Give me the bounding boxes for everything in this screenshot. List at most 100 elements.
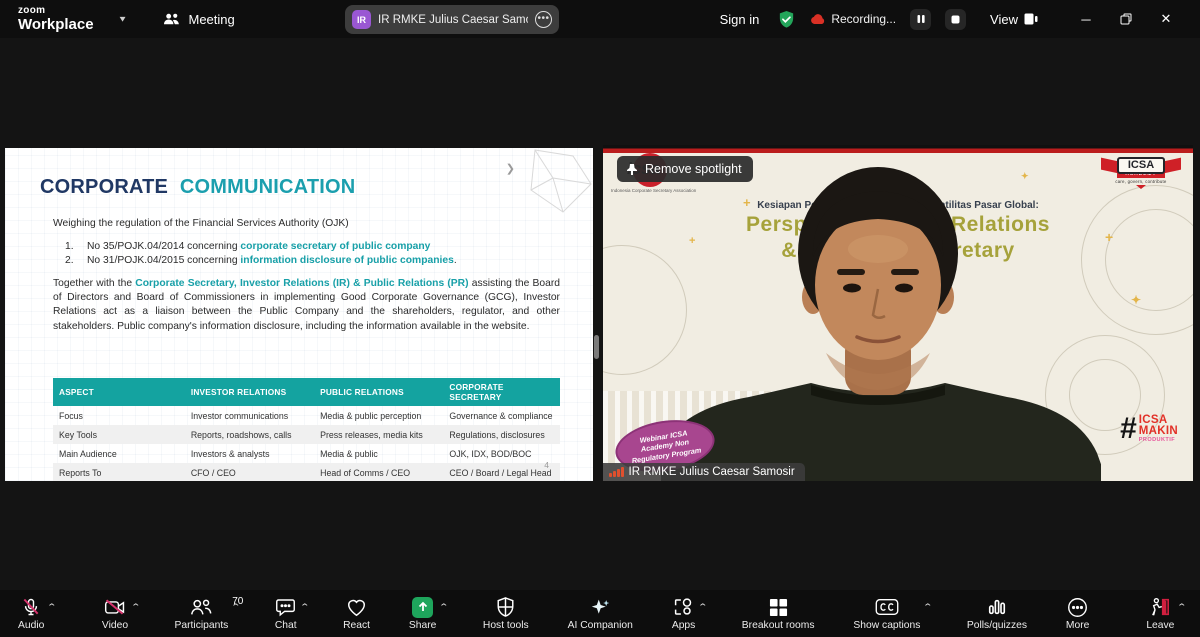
- camera-muted-icon: [104, 597, 126, 618]
- titlebar-right: Sign in Recording... View: [720, 0, 1200, 38]
- more-ellipsis-icon: [1067, 597, 1088, 618]
- remove-spotlight-button[interactable]: Remove spotlight: [617, 156, 753, 182]
- audio-button[interactable]: Audio: [12, 595, 50, 633]
- audio-options-chevron[interactable]: ⌃: [47, 602, 58, 613]
- table-row: Reports ToCFO / CEO Head of Comms / CEOC…: [53, 463, 560, 481]
- polygon-decoration: [501, 148, 593, 220]
- slide-page-number: 4: [544, 460, 549, 470]
- minimize-button[interactable]: ─: [1066, 0, 1106, 38]
- sparkle-ai-icon: [590, 597, 611, 618]
- chevron-down-icon[interactable]: ▼: [118, 15, 128, 24]
- participant-name-label: IR RMKE Julius Caesar Samosir: [603, 463, 805, 481]
- share-button[interactable]: Share: [403, 595, 442, 633]
- recording-cloud-icon: [810, 14, 826, 25]
- next-slide-arrow-icon[interactable]: ❯: [506, 162, 515, 175]
- table-row: Main AudienceInvestors & analysts Media …: [53, 444, 560, 463]
- video-button[interactable]: Video: [96, 595, 134, 633]
- chevron-decoration: [1136, 185, 1146, 189]
- breakout-rooms-icon: [769, 597, 788, 618]
- table-row: FocusInvestor communications Media & pub…: [53, 406, 560, 425]
- remove-spotlight-label: Remove spotlight: [645, 162, 742, 176]
- chat-button[interactable]: Chat: [269, 595, 303, 633]
- host-tools-shield-icon: [496, 597, 515, 618]
- window-controls: ─ ✕: [1066, 0, 1186, 38]
- more-button[interactable]: More: [1060, 595, 1095, 633]
- apps-options-chevron[interactable]: ⌃: [698, 602, 709, 613]
- polls-quizzes-button[interactable]: Polls/quizzes: [961, 595, 1033, 633]
- chat-bubble-icon: [275, 597, 296, 618]
- list-item: 1. No 35/POJK.04/2014 concerning corpora…: [65, 241, 560, 252]
- microphone-muted-icon: [21, 597, 41, 618]
- icsa-watermark-caption: Indonesia Corporate Secretary Associatio…: [611, 188, 731, 193]
- logo-text-workplace: Workplace: [18, 17, 94, 32]
- stop-recording-button[interactable]: [945, 9, 966, 30]
- people-icon: [162, 12, 181, 27]
- react-button[interactable]: React: [337, 595, 376, 633]
- more-options-icon[interactable]: •••: [535, 11, 552, 28]
- captions-options-chevron[interactable]: ⌃: [923, 602, 934, 613]
- chat-options-chevron[interactable]: ⌃: [299, 602, 310, 613]
- sparkle-icon: +: [1105, 229, 1113, 245]
- view-button[interactable]: View: [990, 12, 1038, 27]
- apps-icon: [673, 597, 694, 618]
- participant-name: IR RMKE Julius Caesar Samosir: [629, 466, 795, 478]
- video-options-chevron[interactable]: ⌃: [131, 602, 142, 613]
- security-shield-icon[interactable]: [777, 10, 796, 29]
- slide-title-part1: CORPORATE: [40, 176, 168, 198]
- close-button[interactable]: ✕: [1146, 0, 1186, 38]
- slide-paragraph: Together with the Corporate Secretary, I…: [53, 277, 560, 334]
- sign-in-link[interactable]: Sign in: [720, 12, 760, 27]
- apps-button[interactable]: Apps: [666, 595, 701, 633]
- icsa-makin-produktif-logo: # ICSA MAKIN PRODUKTIF: [1120, 414, 1178, 444]
- shared-screen-slide: ❯ CORPORATE COMMUNICATION Weighing the r…: [5, 148, 593, 481]
- participants-icon: [189, 597, 213, 618]
- ai-companion-button[interactable]: AI Companion: [562, 595, 639, 633]
- recording-label: Recording...: [831, 12, 896, 26]
- meeting-toolbar: Audio ⌃ Video ⌃: [0, 590, 1200, 637]
- regulation-link: information disclosure of public compani…: [240, 255, 453, 266]
- host-tools-button[interactable]: Host tools: [477, 595, 535, 633]
- table-header-row: ASPECT INVESTOR RELATIONS PUBLIC RELATIO…: [53, 378, 560, 406]
- show-captions-button[interactable]: Show captions: [847, 595, 926, 633]
- list-item: 2. No 31/POJK.04/2015 concerning informa…: [65, 255, 560, 266]
- zoom-app-window: zoom Workplace ▼ Meeting IR IR RMKE Juli…: [0, 0, 1200, 637]
- zoom-workplace-logo: zoom Workplace: [18, 6, 94, 32]
- breakout-rooms-button[interactable]: Breakout rooms: [736, 595, 821, 633]
- table-row: Key ToolsReports, roadshows, calls Press…: [53, 425, 560, 444]
- pause-recording-button[interactable]: [910, 9, 931, 30]
- leave-button[interactable]: Leave: [1140, 595, 1180, 633]
- participants-button[interactable]: Participants 70: [169, 595, 235, 633]
- connection-signal-icon: [609, 467, 624, 477]
- meeting-title: IR RMKE Julius Caesar Samosir's :: [378, 14, 528, 26]
- heart-icon: [346, 597, 367, 618]
- share-screen-icon: [412, 597, 433, 618]
- avatar: IR: [352, 10, 371, 29]
- slide-title: CORPORATE COMMUNICATION: [40, 176, 355, 199]
- titlebar: zoom Workplace ▼ Meeting IR IR RMKE Juli…: [0, 0, 1200, 38]
- speaker-video-tile[interactable]: Kesiapan Perusahaan Menghadapi Volatilit…: [603, 145, 1193, 481]
- view-label: View: [990, 12, 1018, 27]
- maximize-button[interactable]: [1106, 0, 1146, 38]
- meeting-tab-label: Meeting: [189, 12, 235, 27]
- icsa-academy-logo: ICSA ACADEMY care, govern, contribute: [1103, 157, 1179, 189]
- view-layout-icon: [1024, 13, 1038, 25]
- slide-intro: Weighing the regulation of the Financial…: [53, 218, 560, 229]
- panel-resize-handle[interactable]: [594, 335, 599, 359]
- tab-meeting[interactable]: Meeting: [162, 12, 235, 27]
- sparkle-icon: ✦: [1131, 293, 1141, 307]
- video-frame-red-bar: [603, 145, 1193, 153]
- polls-chart-icon: [987, 597, 1007, 618]
- slide-body: Weighing the regulation of the Financial…: [53, 218, 560, 334]
- participants-options-chevron[interactable]: ⌃: [231, 602, 242, 613]
- leave-door-icon: [1149, 597, 1171, 618]
- share-options-chevron[interactable]: ⌃: [439, 602, 450, 613]
- logo-text-zoom: zoom: [18, 6, 94, 16]
- regulation-link: corporate secretary of public company: [240, 241, 430, 252]
- meeting-title-pill[interactable]: IR IR RMKE Julius Caesar Samosir's : •••: [345, 5, 559, 34]
- speaker-person: [661, 157, 1101, 481]
- meeting-stage: ❯ CORPORATE COMMUNICATION Weighing the r…: [0, 38, 1200, 590]
- slide-title-part2: COMMUNICATION: [180, 176, 356, 198]
- leave-options-chevron[interactable]: ⌃: [1177, 602, 1188, 613]
- comparison-table: ASPECT INVESTOR RELATIONS PUBLIC RELATIO…: [53, 378, 560, 481]
- closed-captions-icon: [875, 597, 899, 618]
